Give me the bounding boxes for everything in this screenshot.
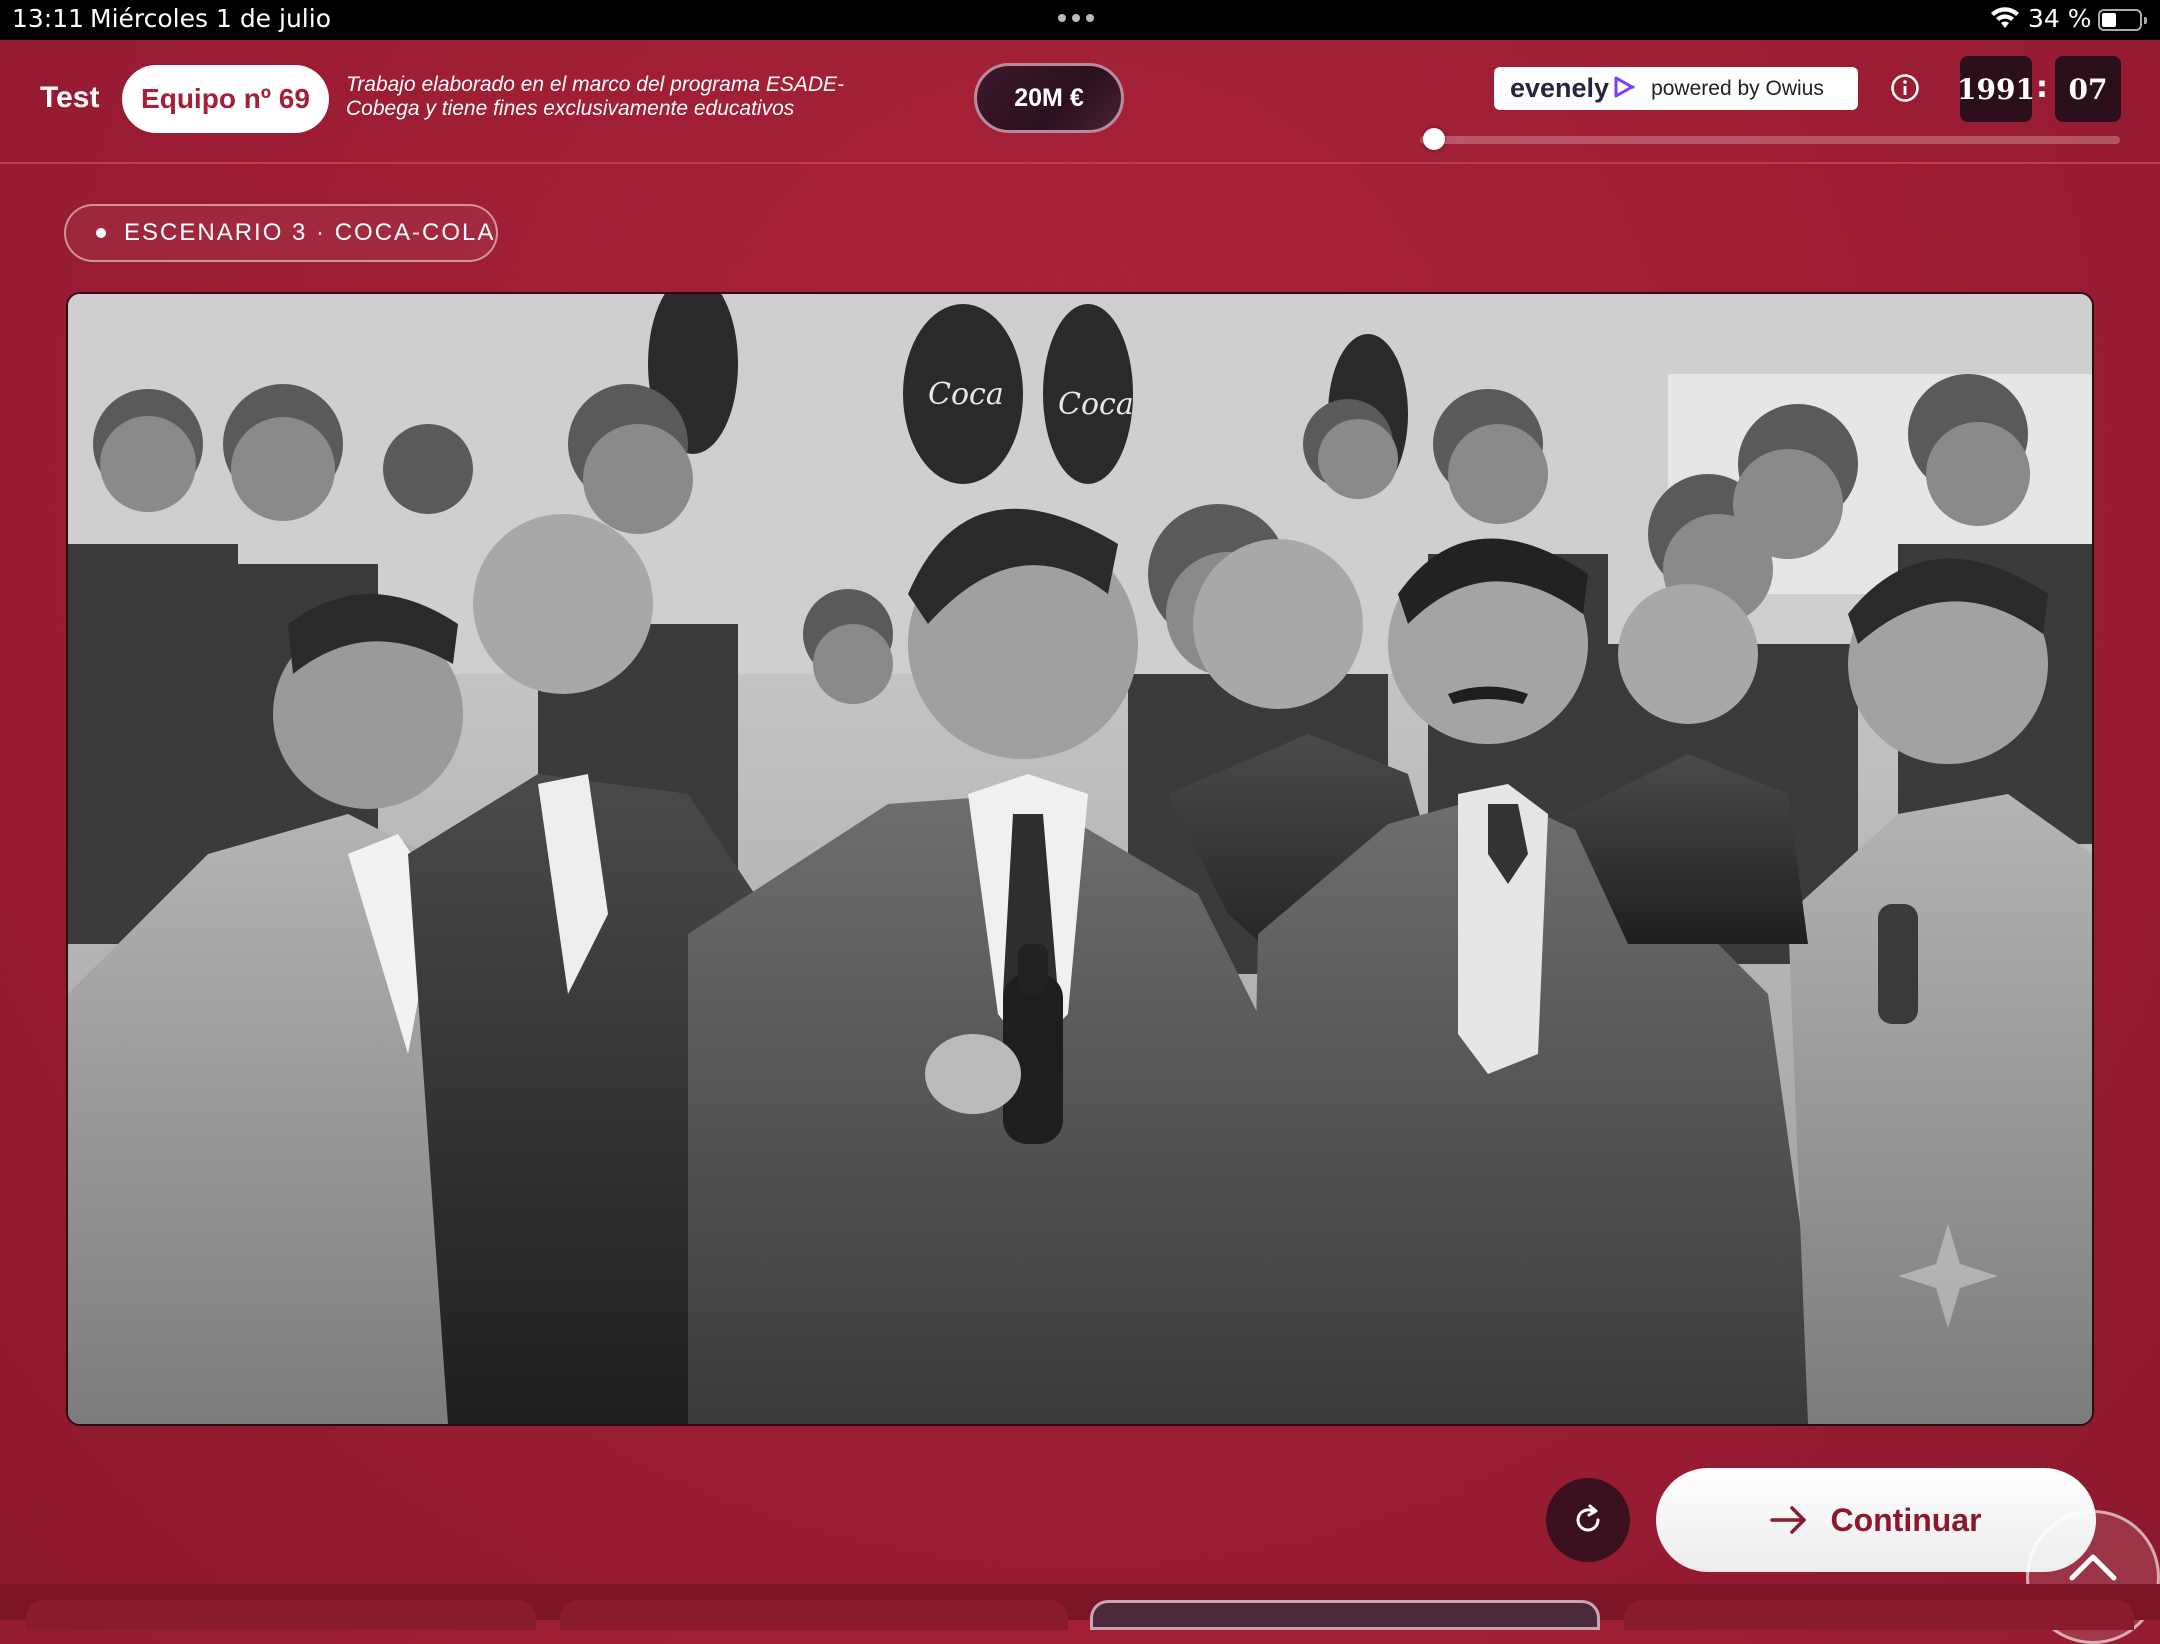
- disclaimer-line-1: Trabajo elaborado en el marco del progra…: [346, 73, 845, 96]
- app-label: Test: [40, 81, 100, 114]
- battery-icon: [2098, 9, 2147, 31]
- month-counter: 07: [2055, 56, 2121, 122]
- scenario-photo: Coca Coca: [66, 292, 2094, 1426]
- continue-label: Continuar: [1830, 1501, 1982, 1538]
- bottom-tab-4[interactable]: [1624, 1600, 2134, 1630]
- scenario-badge: ESCENARIO 3 · COCA-COLA: [64, 204, 498, 262]
- budget-badge[interactable]: 20M €: [974, 63, 1124, 133]
- svg-text:Coca: Coca: [1058, 387, 1134, 422]
- refresh-icon: [1576, 1504, 1600, 1532]
- timeline-progress-knob[interactable]: [1423, 128, 1445, 150]
- arrow-right-icon: [1770, 1506, 1807, 1534]
- chevron-up-icon: [2069, 1554, 2117, 1581]
- disclaimer-text: Trabajo elaborado en el marco del progra…: [346, 73, 906, 121]
- bottom-tab-2[interactable]: [560, 1600, 1068, 1630]
- historic-photo-illustration: Coca Coca: [68, 294, 2092, 1424]
- bottom-tab-1[interactable]: [26, 1600, 536, 1630]
- disclaimer-line-2: Cobega y tiene fines exclusivamente educ…: [346, 97, 795, 120]
- brand-name: evenely: [1510, 73, 1610, 103]
- team-badge[interactable]: Equipo nº 69: [122, 65, 329, 133]
- timeline-progress-bar[interactable]: [1420, 128, 2120, 150]
- refresh-button[interactable]: [1546, 1478, 1630, 1562]
- date-separator: :: [2036, 70, 2048, 105]
- bullet-icon: [96, 228, 106, 238]
- brand-powered-by: powered by Owius: [1651, 76, 1824, 100]
- wifi-icon: [1990, 6, 2020, 34]
- year-counter: 1991: [1957, 56, 2035, 122]
- header-bar: Test Equipo nº 69 Trabajo elaborado en e…: [0, 40, 2160, 164]
- status-date: Miércoles 1 de julio: [90, 4, 331, 33]
- battery-percentage: 34 %: [2028, 4, 2092, 33]
- bottom-tab-3[interactable]: [1090, 1600, 1600, 1630]
- status-time: 13:11: [12, 4, 85, 33]
- status-bar: 13:11 Miércoles 1 de julio 34 %: [0, 0, 2160, 40]
- play-logo-icon: [1613, 75, 1635, 103]
- info-icon[interactable]: [1890, 73, 1920, 103]
- svg-text:Coca: Coca: [928, 377, 1004, 412]
- scenario-label: ESCENARIO 3 · COCA-COLA: [124, 219, 496, 246]
- brand-badge[interactable]: evenely powered by Owius: [1494, 67, 1858, 110]
- multitask-dots-icon[interactable]: [1058, 14, 1094, 22]
